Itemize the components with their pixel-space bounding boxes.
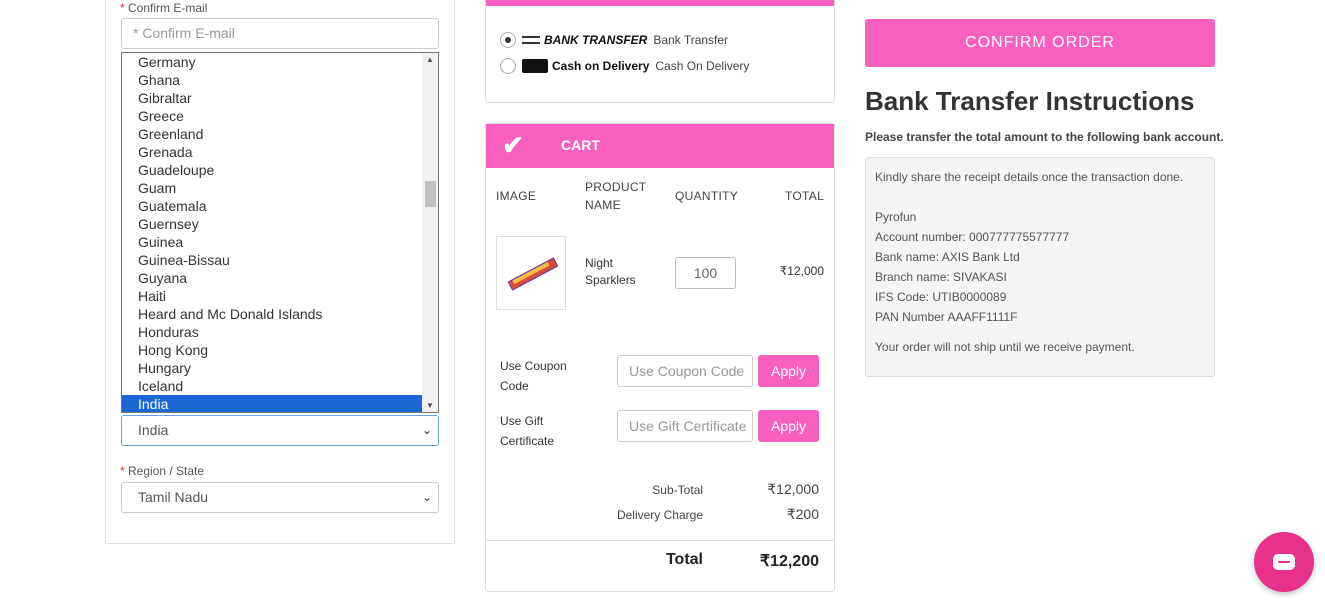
confirm-order-button[interactable]: CONFIRM ORDER	[865, 19, 1215, 67]
country-option[interactable]: Greece	[122, 107, 422, 125]
chat-icon	[1273, 554, 1295, 570]
country-select-value: India	[138, 422, 169, 438]
cod-label: Cash On Delivery	[655, 59, 750, 73]
bank-transfer-logo-text: BANK TRANSFER	[544, 33, 648, 47]
chevron-down-icon: ⌄	[421, 490, 432, 504]
product-image	[496, 236, 566, 310]
confirm-email-label: * Confirm E-mail	[120, 1, 207, 15]
region-select-value: Tamil Nadu	[138, 489, 209, 505]
country-option[interactable]: Guernsey	[122, 215, 422, 233]
confirm-email-label-text: Confirm E-mail	[128, 1, 208, 15]
subtotal-value: ₹12,000	[767, 481, 819, 497]
quantity-input[interactable]: 100	[675, 257, 736, 289]
total-label: Total	[665, 551, 703, 568]
total-value: ₹12,200	[759, 553, 819, 570]
country-option[interactable]: Germany	[122, 53, 422, 71]
country-option[interactable]: Grenada	[122, 143, 422, 161]
country-option[interactable]: Ghana	[122, 71, 422, 89]
product-name[interactable]: Night Sparklers	[585, 255, 655, 289]
country-option-selected[interactable]: India	[122, 395, 422, 412]
region-label: * Region / State	[120, 464, 204, 478]
region-label-text: Region / State	[128, 464, 205, 478]
ifs-code: IFS Code: UTIB0000089	[875, 290, 1007, 304]
bank-transfer-logo: BANK TRANSFER	[522, 33, 647, 47]
country-option[interactable]: Guyana	[122, 269, 422, 287]
header-total: TOTAL	[785, 189, 825, 203]
coupon-input[interactable]: Use Coupon Code	[617, 355, 753, 387]
subtotal-label: Sub-Total	[652, 483, 703, 497]
country-option[interactable]: Hong Kong	[122, 341, 422, 359]
dropdown-scrollbar[interactable]: ▲ ▼	[422, 53, 438, 412]
cart-header: ✔ CART	[486, 124, 834, 168]
required-mark: *	[120, 1, 125, 15]
apply-coupon-button[interactable]: Apply	[758, 355, 819, 387]
scroll-up-icon[interactable]: ▲	[422, 55, 438, 64]
bank-transfer-title: Bank Transfer Instructions	[865, 86, 1195, 116]
radio-selected-icon[interactable]	[500, 32, 516, 48]
divider	[486, 540, 834, 541]
pan-number: PAN Number AAAFF1111F	[875, 310, 1018, 324]
gift-certificate-label: Use Gift Certificate	[500, 414, 555, 448]
bank-transfer-label: Bank Transfer	[653, 33, 729, 47]
scrollbar-thumb[interactable]	[425, 181, 436, 207]
truck-icon	[522, 59, 548, 73]
country-option[interactable]: Haiti	[122, 287, 422, 305]
item-total: ₹12,000	[779, 264, 824, 278]
header-image: IMAGE	[496, 189, 537, 203]
confirm-email-input[interactable]: * Confirm E-mail	[121, 18, 439, 49]
coupon-label: Use Coupon Code	[500, 359, 567, 393]
branch-name: Branch name: SIVAKASI	[875, 270, 1007, 284]
country-select[interactable]: India ⌄	[121, 415, 439, 446]
country-option[interactable]: Guatemala	[122, 197, 422, 215]
header-product-name: PRODUCT NAME	[585, 180, 647, 212]
header-quantity: QUANTITY	[675, 189, 739, 203]
delivery-charge-value: ₹200	[786, 506, 819, 522]
radio-icon[interactable]	[500, 58, 516, 74]
country-option[interactable]: Hungary	[122, 359, 422, 377]
scroll-down-icon[interactable]: ▼	[422, 401, 438, 410]
cod-logo: Cash on Delivery	[522, 59, 649, 73]
country-option[interactable]: Guinea-Bissau	[122, 251, 422, 269]
country-option[interactable]: Heard and Mc Donald Islands	[122, 305, 422, 323]
country-option[interactable]: Gibraltar	[122, 89, 422, 107]
country-option[interactable]: Honduras	[122, 323, 422, 341]
country-option[interactable]: Guam	[122, 179, 422, 197]
country-option[interactable]: Guinea	[122, 233, 422, 251]
payment-method-box	[485, 0, 835, 103]
region-select[interactable]: Tamil Nadu ⌄	[121, 482, 439, 513]
required-mark: *	[120, 464, 125, 478]
chat-button[interactable]	[1254, 532, 1314, 592]
payment-option-cod[interactable]: Cash on Delivery Cash On Delivery	[500, 56, 749, 76]
account-number: Account number: 000777775577777	[875, 230, 1070, 244]
delivery-charge-label: Delivery Charge	[616, 508, 703, 522]
cod-logo-text: Cash on Delivery	[552, 59, 650, 73]
bank-transfer-subtitle: Please transfer the total amount to the …	[865, 130, 1224, 144]
chevron-down-icon: ⌄	[421, 423, 432, 437]
bank-name: Bank name: AXIS Bank Ltd	[875, 250, 1020, 264]
cart-title: CART	[561, 137, 600, 153]
account-name: Pyrofun	[875, 210, 917, 224]
country-option[interactable]: Guadeloupe	[122, 161, 422, 179]
payment-header-bar	[486, 0, 834, 6]
payment-option-bank-transfer[interactable]: BANK TRANSFER Bank Transfer	[500, 30, 728, 50]
lines-icon	[522, 36, 540, 44]
apply-gift-button[interactable]: Apply	[758, 410, 819, 442]
country-option[interactable]: Iceland	[122, 377, 422, 395]
checkmark-icon: ✔	[502, 130, 524, 160]
bank-note: Kindly share the receipt details once th…	[875, 170, 1184, 184]
gift-certificate-input[interactable]: Use Gift Certificate	[617, 410, 753, 442]
country-dropdown-list[interactable]: Germany Ghana Gibraltar Greece Greenland…	[121, 52, 439, 413]
shipping-note: Your order will not ship until we receiv…	[875, 340, 1135, 354]
country-option[interactable]: Greenland	[122, 125, 422, 143]
